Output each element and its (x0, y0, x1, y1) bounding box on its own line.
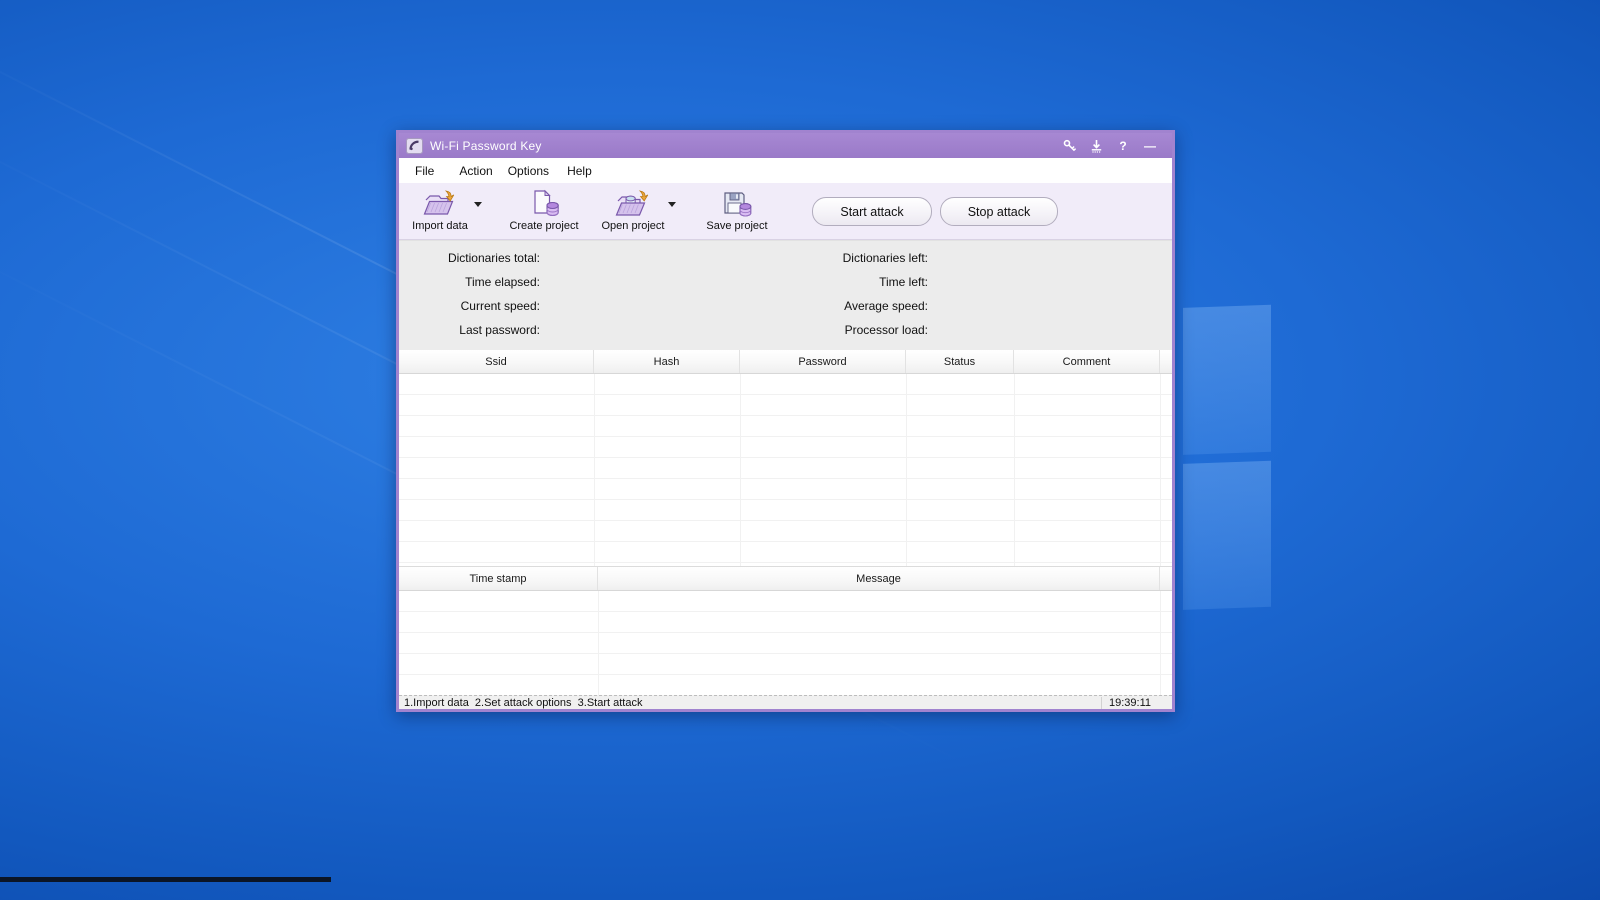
results-header-status[interactable]: Status (906, 350, 1014, 373)
menu-item-help[interactable]: Help (567, 161, 592, 181)
column-divider (906, 374, 907, 566)
save-project-icon (721, 187, 753, 218)
menu-item-action[interactable]: Action (459, 161, 492, 181)
update-button[interactable] (1089, 138, 1103, 154)
results-table-header: Ssid Hash Password Status Comment (399, 350, 1172, 374)
column-divider (1160, 374, 1161, 566)
status-bar: 1.Import data 2.Set attack options 3.Sta… (399, 695, 1172, 709)
log-header-stub (1160, 567, 1172, 590)
create-project-button[interactable]: Create project (507, 186, 581, 232)
stat-label-time-elapsed: Time elapsed: (399, 275, 540, 289)
open-project-label: Open project (602, 220, 665, 232)
results-table-body[interactable] (399, 374, 1172, 566)
results-header-hash[interactable]: Hash (594, 350, 740, 373)
help-button[interactable]: ? (1116, 138, 1130, 154)
status-time: 19:39:11 (1101, 697, 1172, 709)
stop-attack-button[interactable]: Stop attack (940, 197, 1058, 226)
log-table-body[interactable] (399, 591, 1172, 695)
menu-item-file[interactable]: File (415, 161, 434, 181)
minimize-button[interactable]: — (1143, 138, 1157, 154)
stat-label-dictionaries-left: Dictionaries left: (786, 251, 928, 265)
open-project-dropdown[interactable] (665, 189, 679, 220)
results-table: Ssid Hash Password Status Comment (399, 350, 1172, 566)
stat-label-time-left: Time left: (786, 275, 928, 289)
download-icon (1090, 139, 1103, 153)
chevron-down-icon (474, 202, 482, 207)
status-hint: 1.Import data 2.Set attack options 3.Sta… (399, 697, 642, 709)
results-header-ssid[interactable]: Ssid (399, 350, 594, 373)
stat-label-last-password: Last password: (399, 323, 540, 337)
save-project-label: Save project (706, 220, 767, 232)
titlebar[interactable]: Wi-Fi Password Key ? — (399, 133, 1172, 158)
app-window: Wi-Fi Password Key ? — (396, 130, 1175, 712)
log-header-message[interactable]: Message (598, 567, 1160, 590)
save-project-button[interactable]: Save project (703, 186, 771, 232)
column-divider (594, 374, 595, 566)
chevron-down-icon (668, 202, 676, 207)
window-title: Wi-Fi Password Key (430, 139, 542, 153)
menu-item-options[interactable]: Options (508, 161, 549, 181)
stats-panel: Dictionaries total: Dictionaries left: T… (399, 240, 1172, 350)
results-header-stub (1160, 350, 1172, 373)
stat-label-dictionaries-total: Dictionaries total: (399, 251, 540, 265)
key-button[interactable] (1062, 138, 1076, 154)
stat-label-processor-load: Processor load: (786, 323, 928, 337)
column-divider (1014, 374, 1015, 566)
import-data-label: Import data (412, 220, 468, 232)
taskbar-remnant (0, 877, 331, 882)
column-divider (1160, 591, 1161, 695)
desktop: Wi-Fi Password Key ? — (0, 0, 1600, 900)
windows-logo-pane (1183, 305, 1272, 455)
open-project-button[interactable]: Open project (601, 186, 665, 232)
toolbar: Import data Create project (399, 183, 1172, 240)
import-data-icon (422, 187, 458, 218)
open-project-icon (614, 187, 652, 218)
import-data-dropdown[interactable] (471, 189, 485, 220)
key-icon (1063, 139, 1076, 152)
windows-logo-pane (1183, 460, 1272, 610)
results-header-comment[interactable]: Comment (1014, 350, 1160, 373)
start-attack-button[interactable]: Start attack (812, 197, 932, 226)
stat-label-current-speed: Current speed: (399, 299, 540, 313)
column-divider (598, 591, 599, 695)
log-table-header: Time stamp Message (399, 567, 1172, 591)
menubar: File Action Options Help (399, 158, 1172, 183)
create-project-icon (528, 187, 560, 218)
results-header-password[interactable]: Password (740, 350, 906, 373)
log-table: Time stamp Message (399, 566, 1172, 695)
titlebar-buttons: ? — (1062, 138, 1165, 154)
column-divider (740, 374, 741, 566)
log-header-time-stamp[interactable]: Time stamp (399, 567, 598, 590)
create-project-label: Create project (509, 220, 578, 232)
import-data-button[interactable]: Import data (409, 186, 471, 232)
app-icon (406, 138, 423, 154)
stat-label-average-speed: Average speed: (786, 299, 928, 313)
